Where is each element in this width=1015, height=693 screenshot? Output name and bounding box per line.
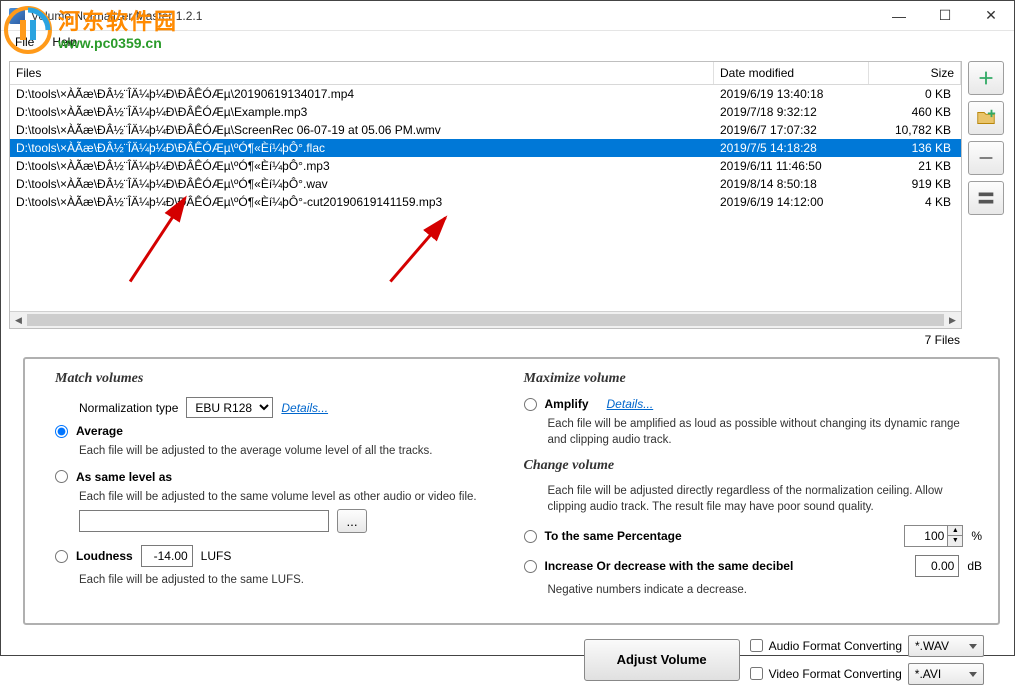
spin-down-icon[interactable]: ▼ (947, 536, 962, 546)
menu-bar: File Help (1, 31, 1014, 53)
average-label: Average (76, 424, 123, 438)
table-row[interactable]: D:\tools\×ÀÃæ\ÐÂ½¨ÎÄ¼þ¼Ð\ÐÂÊÓÆµ\ºÓ¶«Èí¼þ… (10, 193, 961, 211)
video-format-combo[interactable]: *.AVI (908, 663, 984, 685)
decibel-input[interactable] (915, 555, 959, 577)
decibel-label: Increase Or decrease with the same decib… (545, 559, 794, 573)
percentage-label: To the same Percentage (545, 529, 682, 543)
menu-help[interactable]: Help (44, 32, 85, 52)
date-cell: 2019/6/7 17:07:32 (714, 122, 869, 138)
list-header[interactable]: Files Date modified Size (10, 62, 961, 85)
date-cell: 2019/6/19 14:12:00 (714, 194, 869, 210)
scroll-left-icon[interactable]: ◀ (10, 312, 27, 329)
audio-format-combo[interactable]: *.WAV (908, 635, 984, 657)
adjust-volume-button[interactable]: Adjust Volume (584, 639, 740, 681)
amplify-label: Amplify (545, 397, 589, 411)
table-row[interactable]: D:\tools\×ÀÃæ\ÐÂ½¨ÎÄ¼þ¼Ð\ÐÂÊÓÆµ\ScreenRe… (10, 121, 961, 139)
loudness-desc: Each file will be adjusted to the same L… (79, 573, 514, 589)
loudness-input[interactable] (141, 545, 193, 567)
size-cell: 136 KB (869, 140, 961, 156)
change-title: Change volume (524, 458, 983, 474)
decibel-radio[interactable] (524, 560, 537, 573)
col-date[interactable]: Date modified (714, 62, 869, 84)
date-cell: 2019/7/18 9:32:12 (714, 104, 869, 120)
minimize-button[interactable]: — (876, 1, 922, 31)
file-cell: D:\tools\×ÀÃæ\ÐÂ½¨ÎÄ¼þ¼Ð\ÐÂÊÓÆµ\20190619… (10, 86, 714, 102)
average-radio[interactable] (55, 425, 68, 438)
same-level-desc: Each file will be adjusted to the same v… (79, 490, 514, 506)
col-files[interactable]: Files (10, 62, 714, 84)
decibel-note: Negative numbers indicate a decrease. (548, 583, 983, 599)
clear-button[interactable] (968, 181, 1004, 215)
list-body[interactable]: D:\tools\×ÀÃæ\ÐÂ½¨ÎÄ¼þ¼Ð\ÐÂÊÓÆµ\20190619… (10, 85, 961, 311)
table-row[interactable]: D:\tools\×ÀÃæ\ÐÂ½¨ÎÄ¼þ¼Ð\ÐÂÊÓÆµ\20190619… (10, 85, 961, 103)
audio-format-label: Audio Format Converting (769, 639, 902, 653)
file-cell: D:\tools\×ÀÃæ\ÐÂ½¨ÎÄ¼þ¼Ð\ÐÂÊÓÆµ\ºÓ¶«Èí¼þ… (10, 176, 714, 192)
file-cell: D:\tools\×ÀÃæ\ÐÂ½¨ÎÄ¼þ¼Ð\ÐÂÊÓÆµ\ºÓ¶«Èí¼þ… (10, 194, 714, 210)
maximize-title: Maximize volume (524, 371, 983, 387)
add-folder-button[interactable] (968, 101, 1004, 135)
table-row[interactable]: D:\tools\×ÀÃæ\ÐÂ½¨ÎÄ¼þ¼Ð\ÐÂÊÓÆµ\ºÓ¶«Èí¼þ… (10, 175, 961, 193)
browse-button[interactable]: ... (337, 509, 367, 533)
date-cell: 2019/8/14 8:50:18 (714, 176, 869, 192)
table-row[interactable]: D:\tools\×ÀÃæ\ÐÂ½¨ÎÄ¼þ¼Ð\ÐÂÊÓÆµ\Example.… (10, 103, 961, 121)
same-level-path-input[interactable] (79, 510, 329, 532)
menu-file[interactable]: File (7, 32, 42, 52)
match-title: Match volumes (55, 371, 514, 387)
date-cell: 2019/6/11 11:46:50 (714, 158, 869, 174)
change-desc: Each file will be adjusted directly rega… (548, 484, 983, 515)
size-cell: 0 KB (869, 86, 961, 102)
percentage-input[interactable] (905, 526, 947, 546)
add-file-button[interactable] (968, 61, 1004, 95)
horizontal-scrollbar[interactable]: ◀ ▶ (10, 311, 961, 328)
scroll-right-icon[interactable]: ▶ (944, 312, 961, 329)
window-title: Volume Normalizer Master 1.2.1 (31, 9, 876, 23)
size-cell: 460 KB (869, 104, 961, 120)
plus-icon (975, 67, 997, 89)
title-bar: Volume Normalizer Master 1.2.1 — ☐ ✕ (1, 1, 1014, 31)
file-cell: D:\tools\×ÀÃæ\ÐÂ½¨ÎÄ¼þ¼Ð\ÐÂÊÓÆµ\ºÓ¶«Èí¼þ… (10, 140, 714, 156)
file-cell: D:\tools\×ÀÃæ\ÐÂ½¨ÎÄ¼þ¼Ð\ÐÂÊÓÆµ\ScreenRe… (10, 122, 714, 138)
norm-details-link[interactable]: Details... (281, 401, 328, 415)
file-count: 7 Files (9, 329, 1006, 353)
size-cell: 10,782 KB (869, 122, 961, 138)
scroll-thumb[interactable] (27, 314, 944, 326)
loudness-unit: LUFS (201, 549, 232, 563)
date-cell: 2019/7/5 14:18:28 (714, 140, 869, 156)
clear-icon (975, 187, 997, 209)
app-icon (9, 8, 25, 24)
amplify-radio[interactable] (524, 398, 537, 411)
loudness-label: Loudness (76, 549, 133, 563)
minus-icon (975, 147, 997, 169)
percentage-unit: % (971, 529, 982, 543)
file-list[interactable]: Files Date modified Size D:\tools\×ÀÃæ\Ð… (9, 61, 962, 329)
video-format-label: Video Format Converting (769, 667, 902, 681)
size-cell: 919 KB (869, 176, 961, 192)
percentage-spinner[interactable]: ▲▼ (904, 525, 963, 547)
average-desc: Each file will be adjusted to the averag… (79, 444, 514, 460)
audio-format-checkbox[interactable] (750, 639, 763, 652)
amplify-desc: Each file will be amplified as loud as p… (548, 417, 983, 448)
remove-button[interactable] (968, 141, 1004, 175)
norm-type-label: Normalization type (79, 401, 178, 415)
folder-plus-icon (975, 107, 997, 129)
amplify-details-link[interactable]: Details... (607, 397, 654, 411)
decibel-unit: dB (967, 559, 982, 573)
col-size[interactable]: Size (869, 62, 961, 84)
same-level-label: As same level as (76, 470, 172, 484)
norm-type-select[interactable]: EBU R128 (186, 397, 273, 418)
file-cell: D:\tools\×ÀÃæ\ÐÂ½¨ÎÄ¼þ¼Ð\ÐÂÊÓÆµ\Example.… (10, 104, 714, 120)
same-level-radio[interactable] (55, 470, 68, 483)
table-row[interactable]: D:\tools\×ÀÃæ\ÐÂ½¨ÎÄ¼þ¼Ð\ÐÂÊÓÆµ\ºÓ¶«Èí¼þ… (10, 157, 961, 175)
file-cell: D:\tools\×ÀÃæ\ÐÂ½¨ÎÄ¼þ¼Ð\ÐÂÊÓÆµ\ºÓ¶«Èí¼þ… (10, 158, 714, 174)
loudness-radio[interactable] (55, 550, 68, 563)
percentage-radio[interactable] (524, 530, 537, 543)
video-format-checkbox[interactable] (750, 667, 763, 680)
size-cell: 21 KB (869, 158, 961, 174)
spin-up-icon[interactable]: ▲ (947, 526, 962, 536)
size-cell: 4 KB (869, 194, 961, 210)
close-button[interactable]: ✕ (968, 1, 1014, 31)
date-cell: 2019/6/19 13:40:18 (714, 86, 869, 102)
maximize-button[interactable]: ☐ (922, 1, 968, 31)
table-row[interactable]: D:\tools\×ÀÃæ\ÐÂ½¨ÎÄ¼þ¼Ð\ÐÂÊÓÆµ\ºÓ¶«Èí¼þ… (10, 139, 961, 157)
